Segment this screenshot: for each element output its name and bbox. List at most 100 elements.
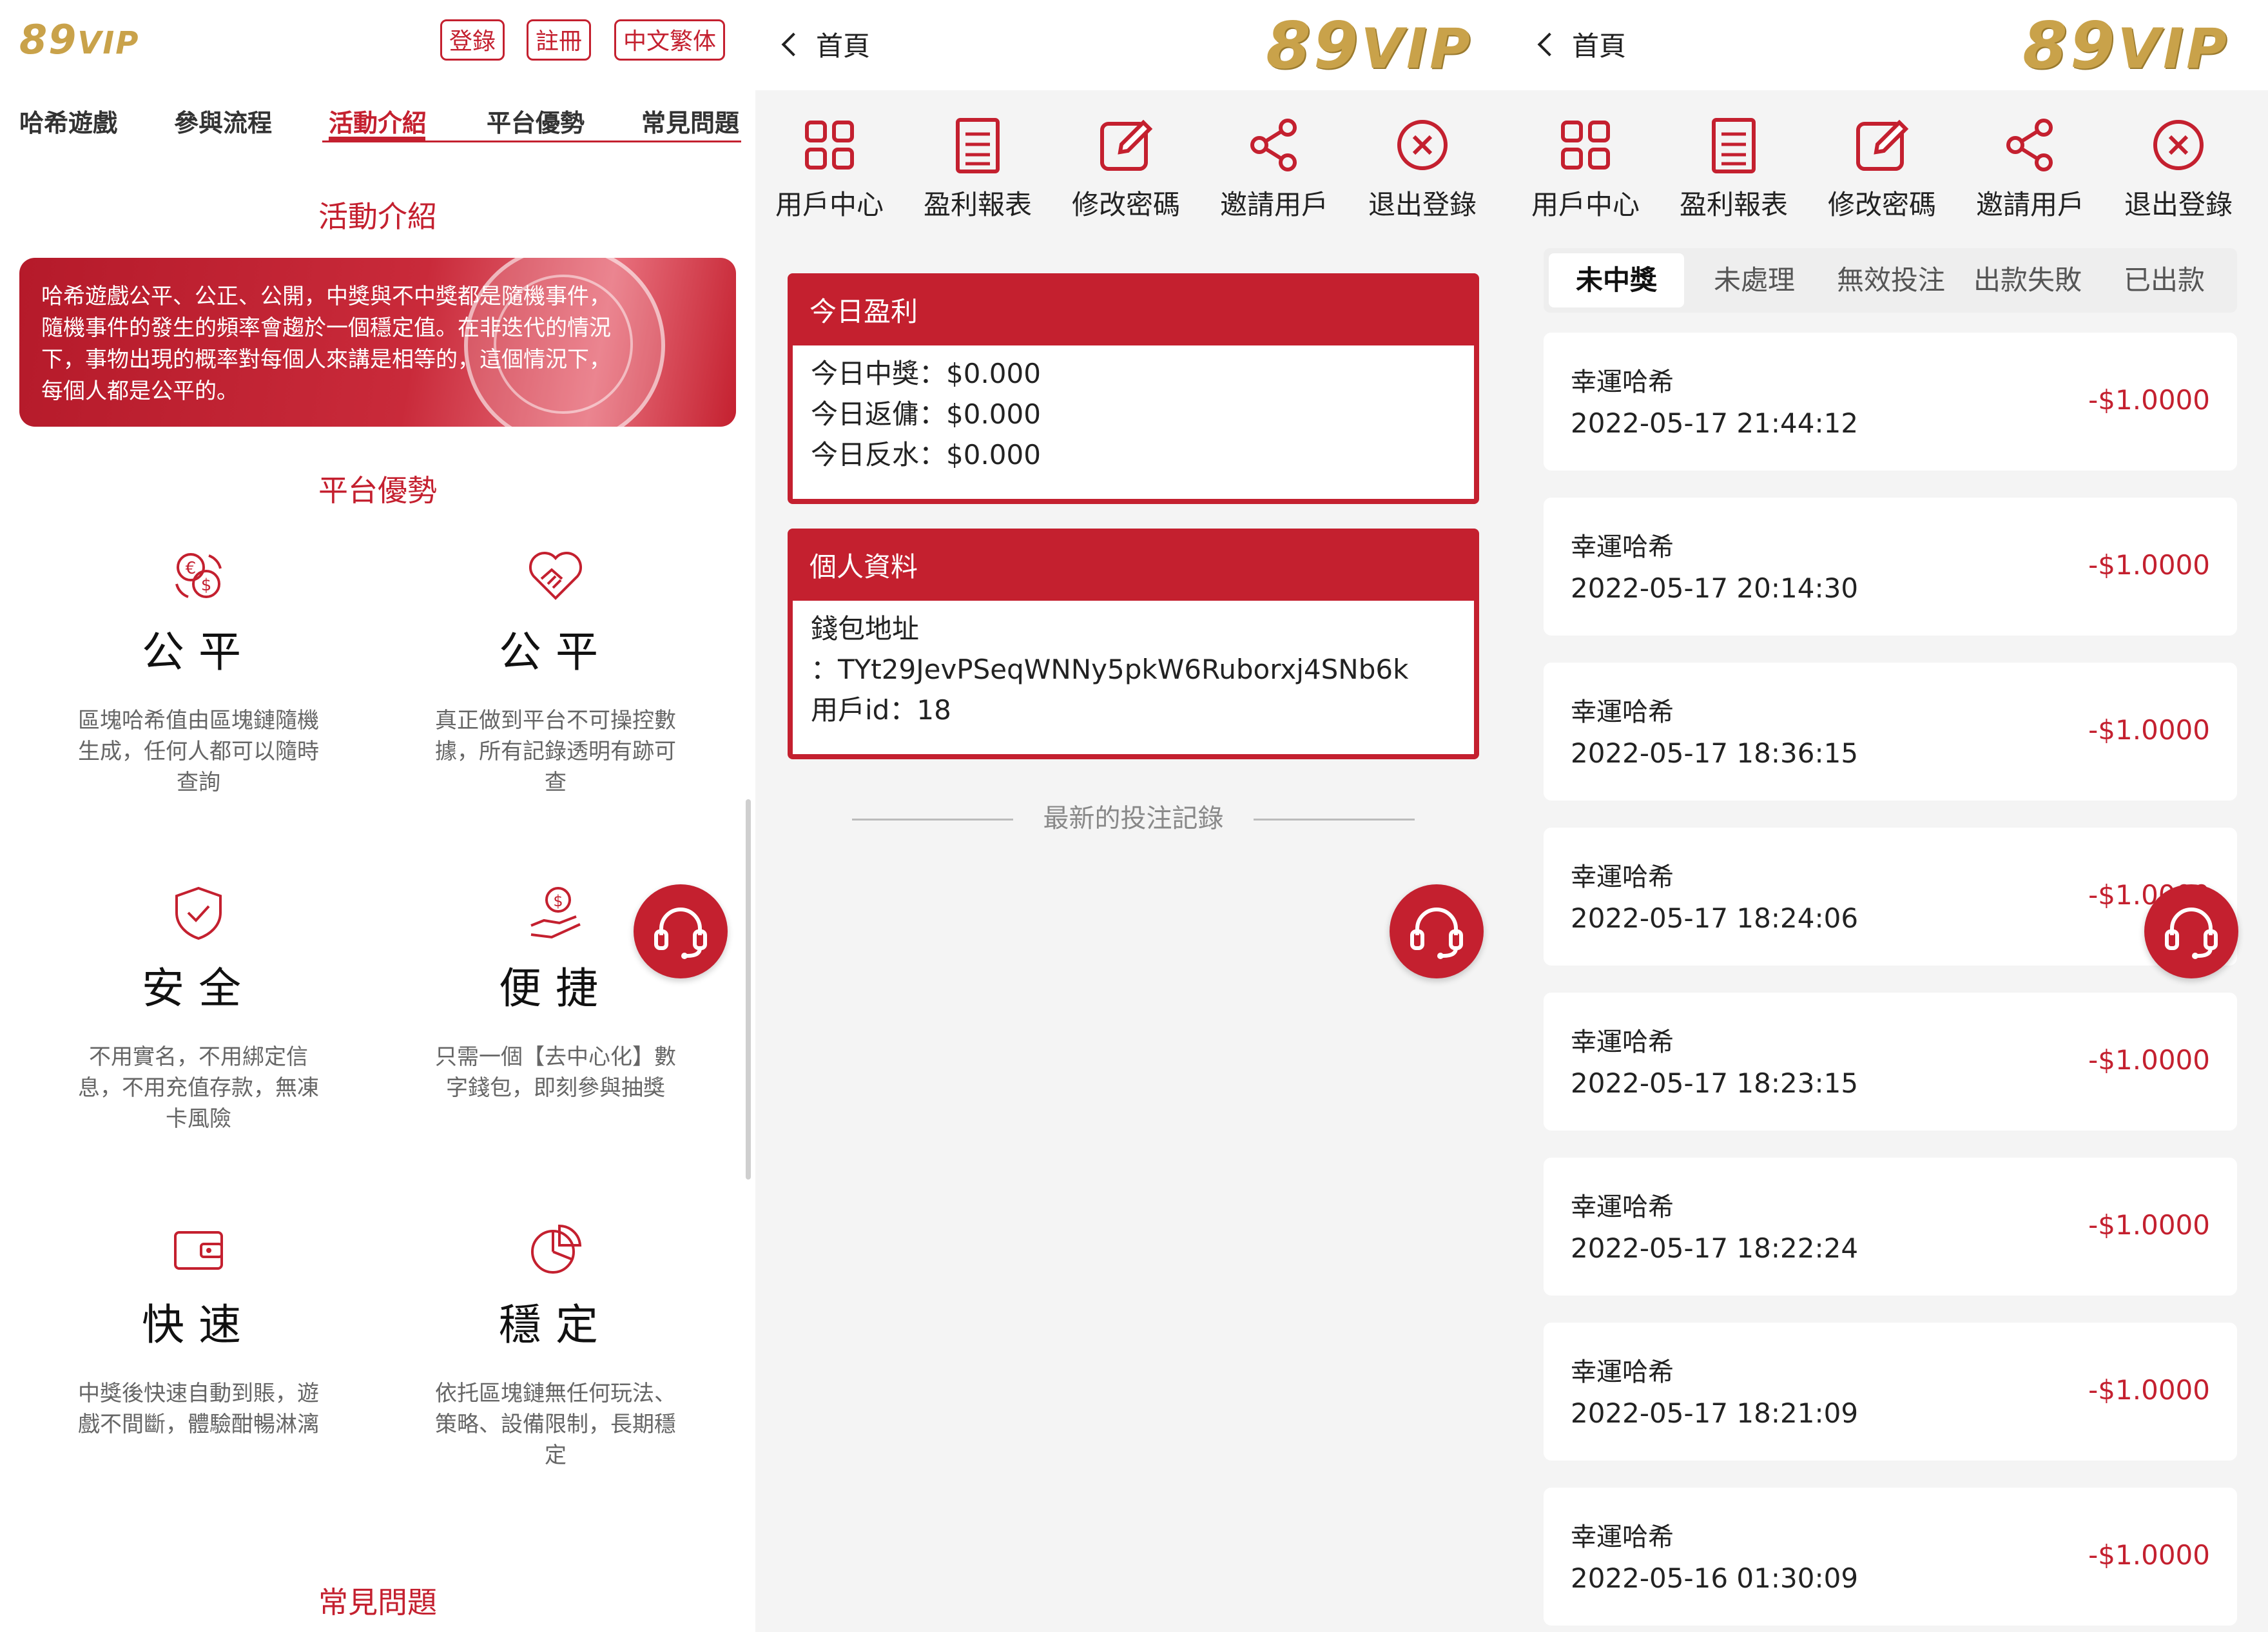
record-time: 2022-05-17 18:22:24: [1571, 1232, 1859, 1264]
record-amount: -$1.0000: [2088, 1209, 2210, 1241]
brand-logo[interactable]: 89VIP: [1266, 8, 1473, 83]
tool-invite-user[interactable]: 邀請用戶: [1956, 116, 2104, 222]
brand-logo[interactable]: 89VIP: [2022, 8, 2229, 83]
header: 首頁 89VIP: [755, 0, 1511, 90]
nav-faq[interactable]: 常見問題: [641, 103, 739, 139]
bet-records-panel: 首頁 89VIP 用戶中心 盈利報表 修改密碼 邀請用戶 退出登錄 未中獎 未處…: [1511, 0, 2268, 1632]
tool-profit-report[interactable]: 盈利報表: [904, 116, 1052, 222]
feature-desc: 真正做到平台不可操控數據，所有記錄透明有跡可查: [435, 708, 676, 795]
record-amount: -$1.0000: [2088, 1044, 2210, 1076]
section-title-faq: 常見問題: [318, 1585, 437, 1620]
tool-profit-report[interactable]: 盈利報表: [1660, 116, 1808, 222]
record-amount: -$1.0000: [2088, 1374, 2210, 1406]
record-item[interactable]: 幸運哈希 2022-05-17 18:23:15 -$1.0000: [1544, 993, 2237, 1131]
record-item[interactable]: 幸運哈希 2022-05-17 20:14:30 -$1.0000: [1544, 498, 2237, 636]
header: 首頁 89VIP: [1511, 0, 2268, 90]
record-time: 2022-05-17 18:21:09: [1571, 1397, 1859, 1429]
activity-intro-panel: 89VIP 登錄 註冊 中文繁体 哈希遊戲 參與流程 活動介紹 平台優勢 常見問…: [0, 0, 755, 1632]
record-time: 2022-05-17 18:36:15: [1571, 737, 1859, 769]
tab-not-won[interactable]: 未中獎: [1549, 253, 1684, 307]
record-item[interactable]: 幸運哈希 2022-05-16 01:30:09 -$1.0000: [1544, 1488, 2237, 1626]
record-item[interactable]: 幸運哈希 2022-05-17 18:21:09 -$1.0000: [1544, 1323, 2237, 1461]
scrollbar[interactable]: [746, 799, 751, 1180]
tool-user-center[interactable]: 用戶中心: [755, 116, 904, 222]
pie-chart-icon: [531, 1224, 582, 1274]
language-button[interactable]: 中文繁体: [614, 19, 725, 61]
back-label: 首頁: [816, 30, 871, 62]
tab-unprocessed[interactable]: 未處理: [1687, 253, 1822, 307]
tool-logout[interactable]: 退出登錄: [2104, 116, 2253, 222]
record-game: 幸運哈希: [1571, 1522, 1674, 1552]
tool-invite-user[interactable]: 邀請用戶: [1200, 116, 1348, 222]
record-game: 幸運哈希: [1571, 367, 1674, 397]
user-toolbar: 用戶中心 盈利報表 修改密碼 邀請用戶 退出登錄: [1511, 90, 2268, 238]
feature-title: 穩定: [499, 1300, 612, 1350]
grid-icon: [805, 121, 854, 170]
grid-icon: [1561, 121, 1610, 170]
profit-row-rebate: 今日反水：$0.000: [811, 439, 1041, 471]
back-home-link[interactable]: 首頁: [1537, 24, 1626, 64]
headset-icon: [2165, 908, 2218, 959]
edit-icon: [1856, 119, 1909, 171]
nav-activity-intro[interactable]: 活動介紹: [329, 103, 427, 139]
feature-title: 安全: [142, 964, 255, 1013]
customer-service-button[interactable]: [1390, 884, 1484, 978]
tool-user-center[interactable]: 用戶中心: [1511, 116, 1660, 222]
wallet-address: ：TYt29JevPSeqWNNy5pkW6Ruborxj4SNb6k: [811, 654, 1409, 685]
feature-fast: 快速 中獎後快速自動到賬，遊戲不間斷，體驗酣暢淋漓: [44, 1219, 353, 1440]
tool-label: 盈利報表: [1679, 189, 1788, 220]
register-button[interactable]: 註冊: [527, 19, 591, 61]
record-status-tabs: 未中獎 未處理 無效投注 出款失敗 已出款: [1544, 248, 2237, 313]
today-profit-card: 今日盈利 今日中獎：$0.000 今日返傭：$0.000 今日反水：$0.000: [788, 273, 1479, 504]
report-icon: [1712, 118, 1756, 173]
tool-change-password[interactable]: 修改密碼: [1052, 116, 1200, 222]
profit-row-commission: 今日返傭：$0.000: [811, 398, 1041, 430]
logo-vip: VIP: [2117, 17, 2229, 81]
record-time: 2022-05-17 20:14:30: [1571, 572, 1859, 604]
nav-hash-games[interactable]: 哈希遊戲: [19, 103, 117, 139]
tool-label: 退出登錄: [2124, 189, 2233, 220]
nav-process[interactable]: 參與流程: [174, 103, 272, 139]
wallet-icon: [174, 1231, 223, 1270]
back-home-link[interactable]: 首頁: [781, 24, 871, 64]
headset-icon: [654, 908, 707, 959]
customer-service-button[interactable]: [634, 884, 728, 978]
feature-secure: 安全 不用實名，不用綁定信息，不用充值存款，無凍卡風險: [44, 883, 353, 1134]
chevron-left-icon: [1537, 32, 1562, 57]
tool-change-password[interactable]: 修改密碼: [1808, 116, 1956, 222]
tab-invalid-bets[interactable]: 無效投注: [1823, 253, 1959, 307]
record-item[interactable]: 幸運哈希 2022-05-17 18:36:15 -$1.0000: [1544, 663, 2237, 801]
profit-row-win: 今日中獎：$0.000: [811, 358, 1041, 389]
brand-logo[interactable]: 89VIP: [19, 16, 139, 63]
feature-desc: 中獎後快速自動到賬，遊戲不間斷，體驗酣暢淋漓: [78, 1381, 319, 1437]
nav-advantages[interactable]: 平台優勢: [487, 103, 585, 139]
record-item[interactable]: 幸運哈希 2022-05-17 21:44:12 -$1.0000: [1544, 333, 2237, 471]
tab-payout-failed[interactable]: 出款失敗: [1960, 253, 2095, 307]
headset-icon: [1410, 908, 1463, 959]
hand-coin-icon: $: [530, 887, 581, 939]
logo-vip: VIP: [1361, 17, 1473, 81]
feature-title: 快速: [142, 1300, 255, 1350]
share-icon: [2006, 119, 2053, 171]
record-item[interactable]: 幸運哈希 2022-05-17 18:22:24 -$1.0000: [1544, 1158, 2237, 1296]
logo-number: 89: [1266, 8, 1361, 83]
login-button[interactable]: 登錄: [440, 19, 505, 61]
wallet-label: 錢包地址: [811, 613, 920, 645]
feature-desc: 不用實名，不用綁定信息，不用充值存款，無凍卡風險: [78, 1044, 319, 1132]
tab-paid-out[interactable]: 已出款: [2097, 253, 2232, 307]
logo-vip: VIP: [77, 25, 140, 61]
top-nav: 哈希遊戲 參與流程 活動介紹 平台優勢 常見問題: [0, 97, 755, 158]
nav-divider: [322, 141, 741, 142]
feature-stable: 穩定 依托區塊鏈無任何玩法、策略、設備限制，長期穩定: [401, 1219, 710, 1471]
record-game: 幸運哈希: [1571, 1027, 1674, 1057]
customer-service-button[interactable]: [2144, 884, 2238, 978]
tool-logout[interactable]: 退出登錄: [1348, 116, 1497, 222]
card-title: 個人資料: [793, 534, 1474, 601]
tool-label: 用戶中心: [1531, 189, 1640, 220]
user-id: 用戶id：18: [811, 694, 951, 726]
feature-desc: 區塊哈希值由區塊鏈隨機生成，任何人都可以隨時查詢: [78, 708, 319, 795]
profile-card: 個人資料 錢包地址 ：TYt29JevPSeqWNNy5pkW6Ruborxj4…: [788, 529, 1479, 759]
record-item[interactable]: 幸運哈希 2022-05-17 18:24:06 -$1.0000: [1544, 828, 2237, 966]
record-game: 幸運哈希: [1571, 862, 1674, 892]
record-time: 2022-05-17 18:24:06: [1571, 902, 1859, 934]
